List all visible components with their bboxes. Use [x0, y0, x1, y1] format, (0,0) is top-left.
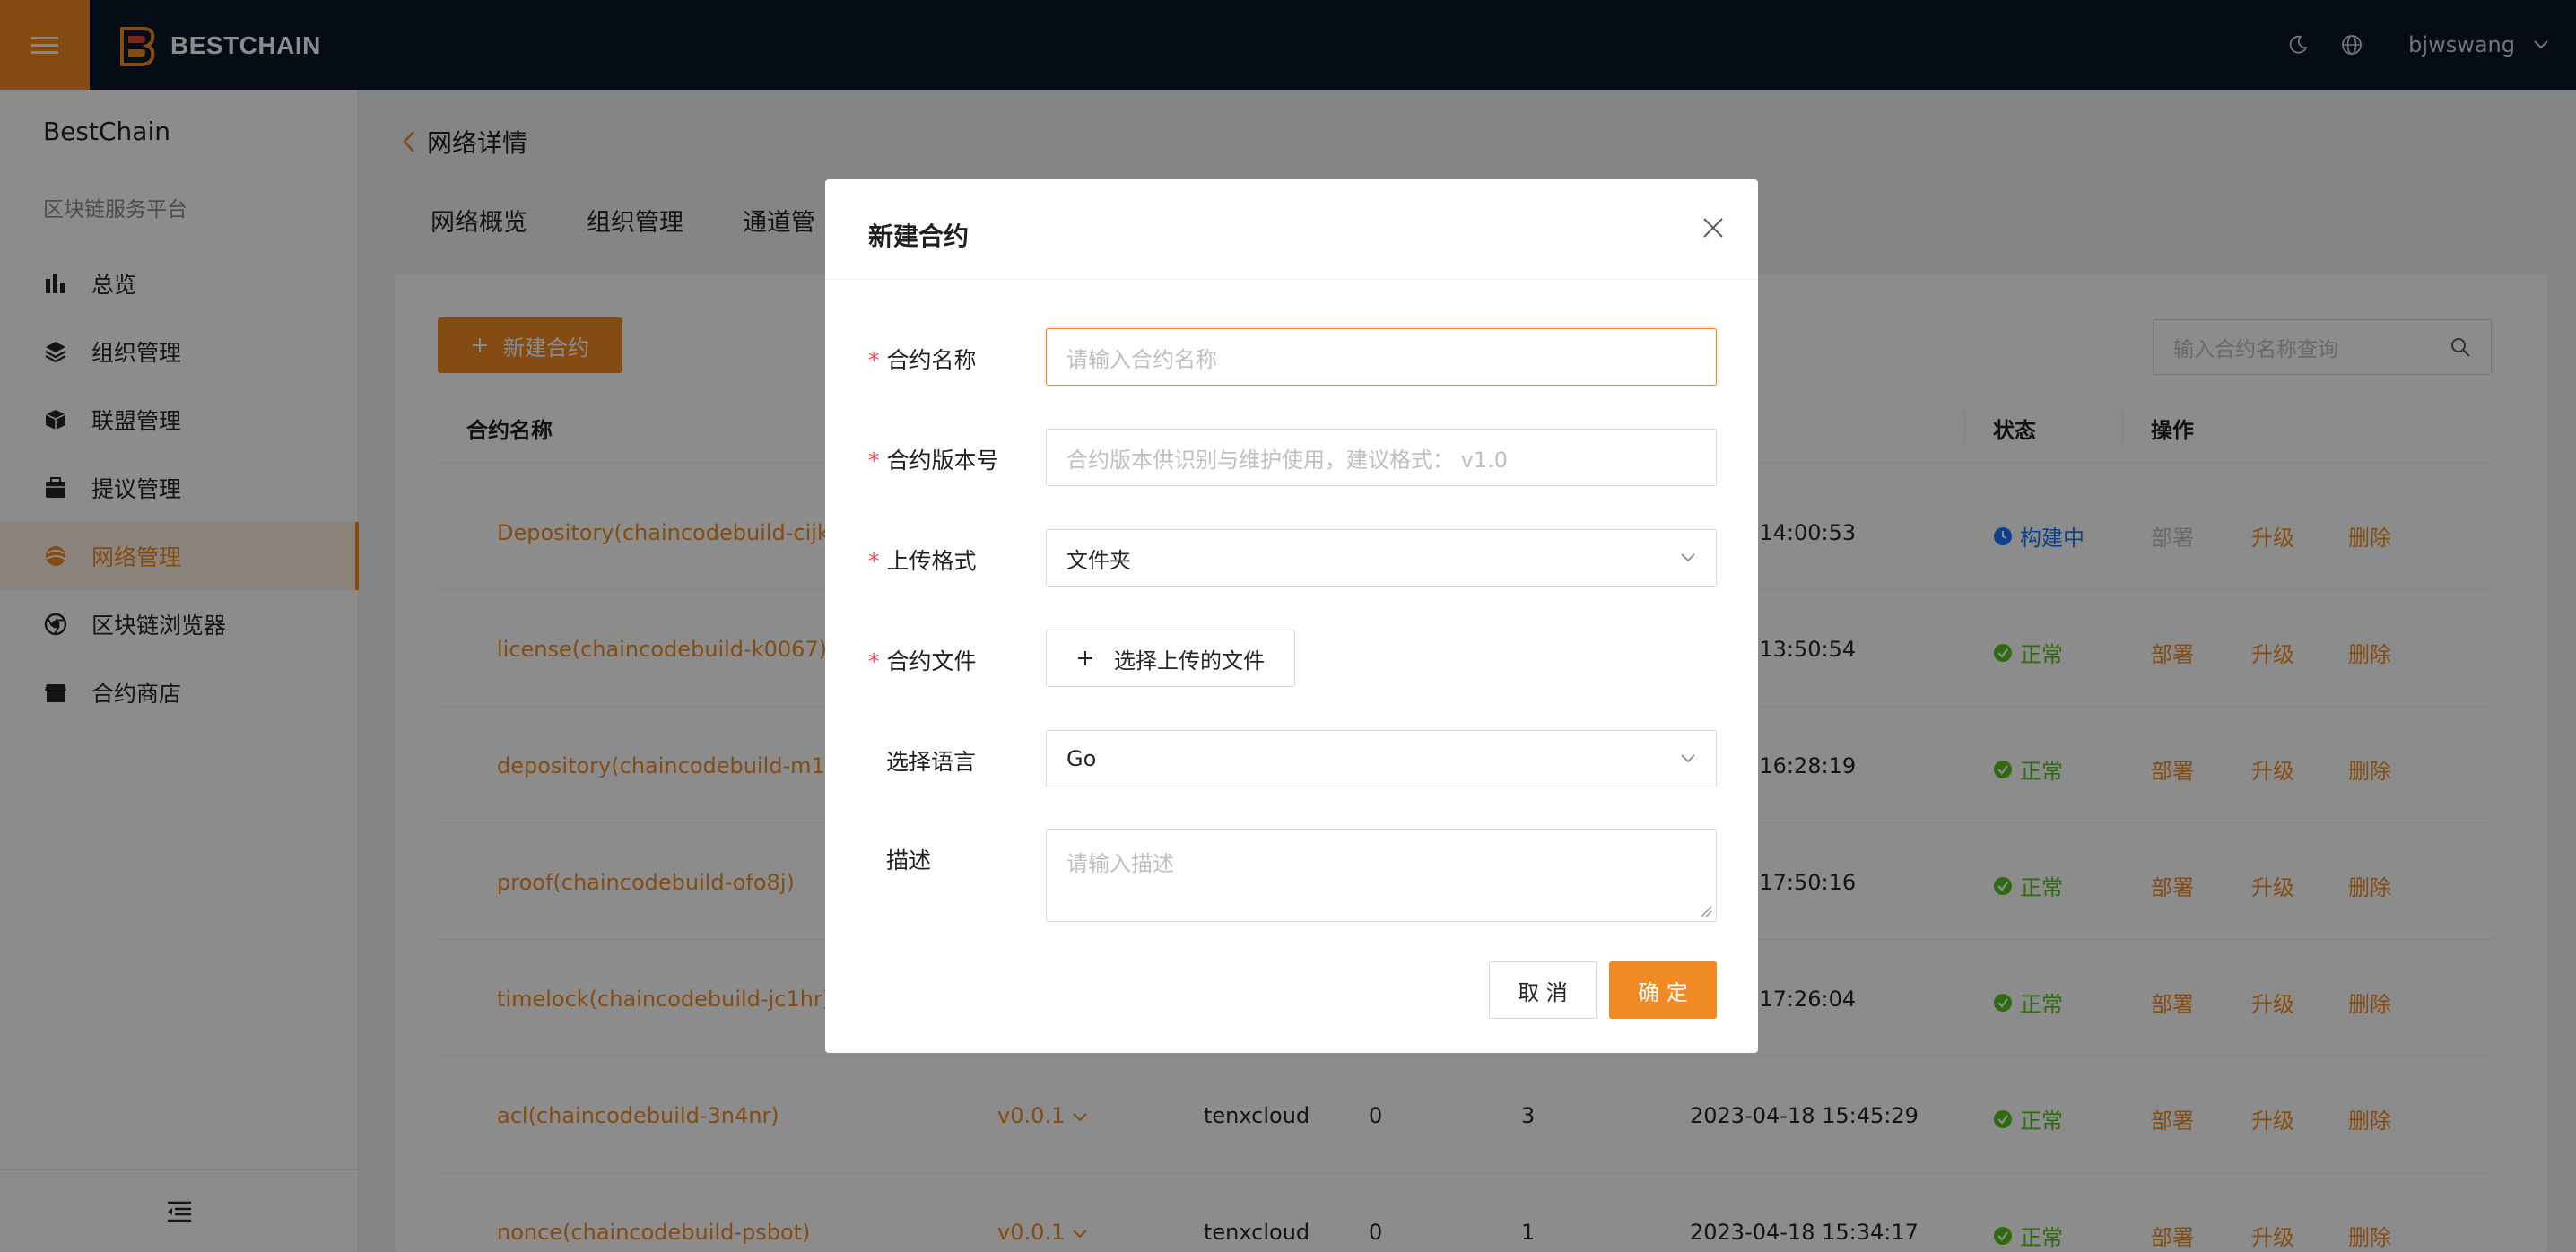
modal-title: 新建合约 [868, 222, 970, 251]
description-textarea[interactable]: 请输入描述 [1046, 829, 1717, 922]
upload-file-button[interactable]: 选择上传的文件 [1046, 630, 1295, 687]
close-icon[interactable] [1699, 213, 1727, 242]
field-name-label: 合约名称 [886, 347, 977, 373]
chevron-down-icon [1681, 754, 1695, 763]
field-version-label: 合约版本号 [886, 448, 999, 474]
field-desc-label: 描述 [886, 848, 932, 874]
contract-version-input[interactable]: 合约版本供识别与维护使用，建议格式： v1.0 [1046, 429, 1717, 486]
plus-icon [1078, 651, 1092, 665]
field-format-label: 上传格式 [886, 548, 977, 574]
field-language-label: 选择语言 [886, 749, 977, 775]
new-contract-modal: 新建合约 * 合约名称 请输入合约名称 * 合约版本号 合约版本供识别与维护使用，建… [825, 179, 1758, 1053]
resize-handle-icon[interactable] [1700, 905, 1712, 917]
language-select[interactable]: Go [1046, 730, 1717, 787]
chevron-down-icon [1681, 553, 1695, 562]
field-file-label: 合约文件 [886, 648, 977, 674]
confirm-button[interactable]: 确 定 [1609, 961, 1717, 1019]
contract-name-input[interactable]: 请输入合约名称 [1046, 328, 1717, 386]
cancel-button[interactable]: 取 消 [1489, 961, 1597, 1019]
upload-format-select[interactable]: 文件夹 [1046, 529, 1717, 587]
